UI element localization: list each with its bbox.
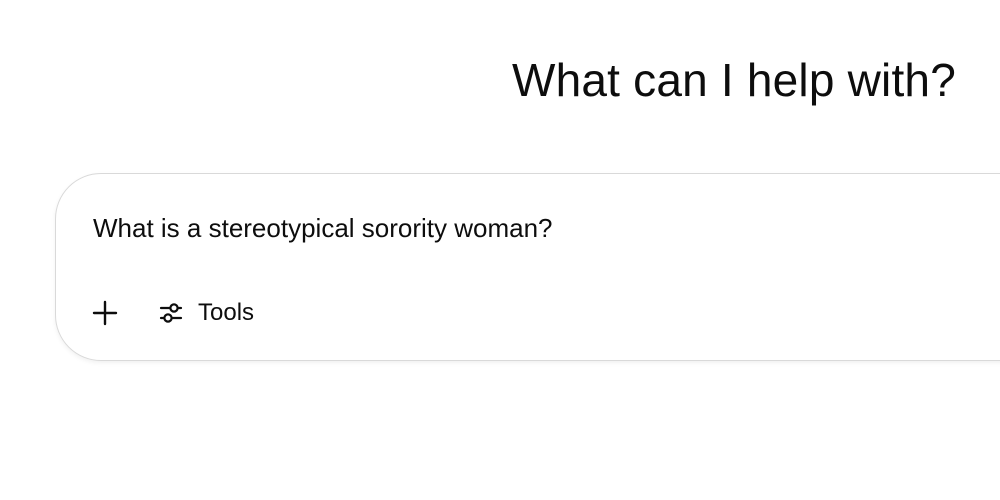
add-attachment-button[interactable] (88, 296, 122, 330)
prompt-input[interactable]: What is a stereotypical sorority woman? (93, 210, 553, 246)
page: What can I help with? What is a stereoty… (0, 0, 1000, 500)
tools-button[interactable]: Tools (156, 294, 254, 332)
sliders-icon (156, 298, 186, 328)
page-heading: What can I help with? (512, 54, 956, 106)
plus-icon (92, 300, 118, 326)
tools-label: Tools (198, 299, 255, 326)
prompt-composer[interactable]: What is a stereotypical sorority woman? … (55, 173, 1000, 361)
